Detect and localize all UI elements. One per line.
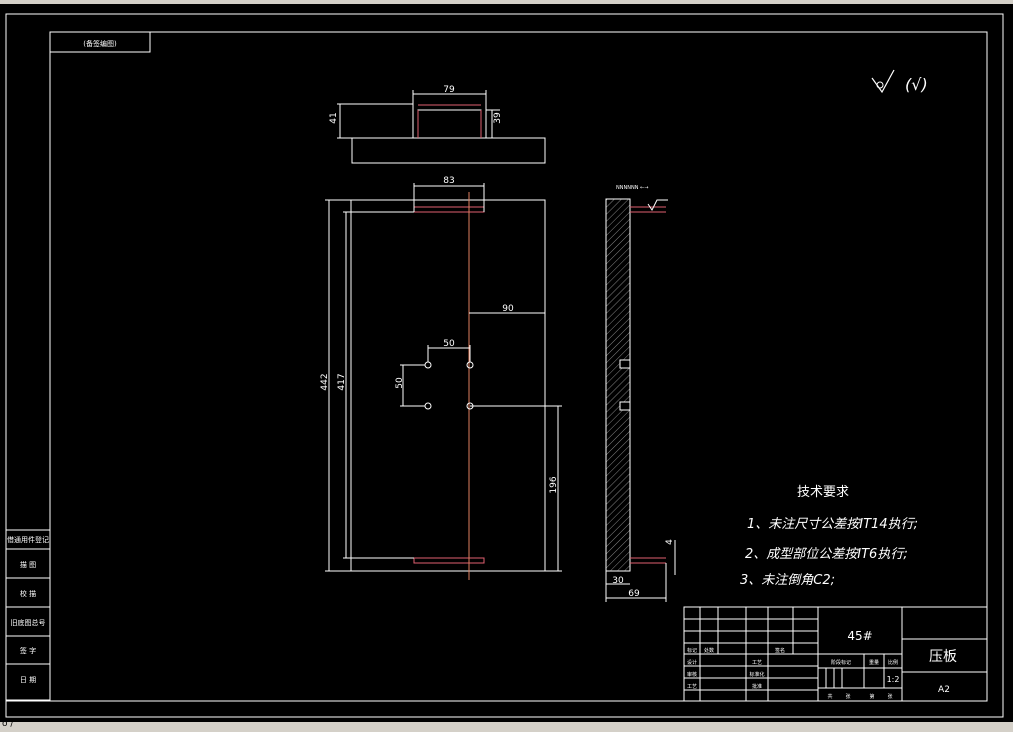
tb-col-1: 标准化 [749, 671, 764, 678]
tb-scale: 1:2 [887, 675, 900, 684]
dim-side-slot-h: 4 [665, 539, 675, 545]
left-strip: 借通用件登记 描 图 校 描 旧底图总号 签 字 日 期 [5, 529, 51, 702]
dim-top-total-h: 41 [329, 112, 339, 123]
dim-front-lower-h: 196 [549, 476, 559, 493]
tb-bottom-0: 共 [827, 693, 832, 700]
tb-bottom-1: 张 [845, 693, 850, 700]
tb-sign-role-1: 审核 [687, 671, 697, 678]
dim-front-right-off: 90 [502, 304, 514, 314]
tb-col-2: 批准 [752, 683, 762, 690]
side-note: NNNNNN ←→ [616, 185, 648, 191]
title-tag: (备签编图) [83, 39, 117, 48]
tb-sign-role-2: 工艺 [687, 684, 697, 690]
dim-front-total-h: 442 [320, 373, 330, 390]
dim-top-inner-h: 39 [493, 112, 503, 124]
cad-drawing-canvas[interactable]: (备签编图) (√) 79 41 39 83 90 50 50 442 417 … [0, 0, 1013, 722]
left-strip-label-2: 校 描 [20, 589, 36, 598]
top-view: 79 41 39 [329, 85, 546, 164]
dim-hole-pitch-x: 50 [443, 339, 455, 349]
dim-front-inner-h: 417 [337, 373, 347, 390]
tb-rev-header-4: 签名 [775, 647, 785, 654]
left-strip-label-1: 描 图 [20, 560, 36, 569]
tech-req-item-3: 3、未注倒角C2; [740, 573, 835, 588]
tb-sign-role-0: 设计 [687, 659, 697, 666]
side-view: NNNNNN ←→ 30 69 4 [605, 185, 676, 602]
svg-text:(√): (√) [905, 75, 928, 94]
tb-bottom-3: 张 [887, 693, 892, 700]
status-fragment: o / [2, 719, 14, 729]
left-strip-label-0: 借通用件登记 [7, 535, 49, 544]
tb-bottom-2: 第 [869, 693, 874, 700]
tb-part-name: 压板 [929, 649, 957, 665]
tb-rev-header-0: 标记 [687, 647, 697, 654]
left-strip-label-5: 日 期 [20, 676, 36, 684]
tech-req-title: 技术要求 [797, 485, 849, 500]
roughness-symbol: (√) [871, 69, 928, 94]
dim-side-thick: 30 [612, 576, 624, 586]
tb-material: 45# [847, 629, 872, 643]
dim-front-top-w: 83 [443, 176, 454, 186]
tb-col-label-0: 阶段标记 [831, 659, 851, 666]
outer-border [5, 13, 1004, 718]
tb-col-label-1: 重量 [869, 659, 879, 666]
left-strip-label-4: 签 字 [20, 646, 36, 655]
front-view: 83 90 50 50 442 417 196 [320, 176, 562, 580]
tb-rev-header-1: 处数 [704, 647, 714, 654]
drawing-frame [49, 31, 988, 702]
status-bar: o / [0, 719, 1013, 732]
dim-top-width: 79 [443, 85, 455, 95]
left-strip-label-3: 旧底图总号 [11, 618, 46, 627]
title-block: 标记 处数 签名 设计 审核 工艺 工艺 标准化 批准 45# 压板 A2 阶段… [683, 606, 988, 702]
dim-side-total-w: 69 [628, 589, 640, 599]
tb-col-0: 工艺 [752, 660, 762, 666]
dim-hole-pitch-y: 50 [395, 377, 405, 389]
tb-sheet-size: A2 [938, 685, 950, 695]
tb-col-label-2: 比例 [888, 659, 898, 666]
tech-req-item-1: 1、未注尺寸公差按IT14执行; [747, 517, 918, 532]
tech-req-item-2: 2、成型部位公差按IT6执行; [745, 546, 908, 562]
